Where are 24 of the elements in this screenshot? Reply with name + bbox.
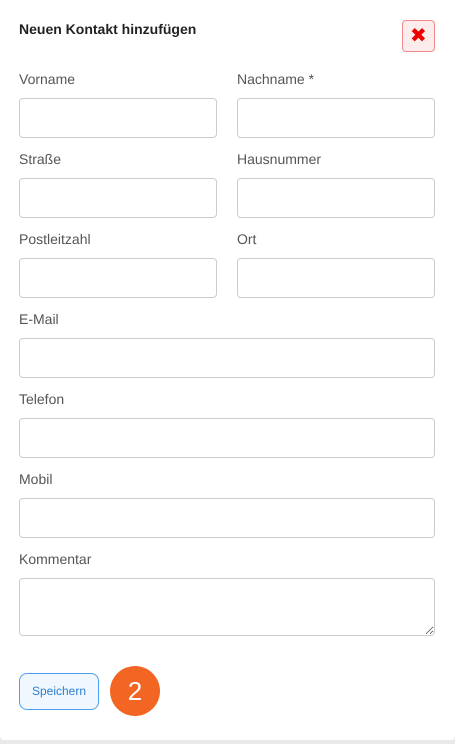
input-field[interactable] — [237, 258, 435, 298]
close-button[interactable]: ✖ — [402, 20, 435, 52]
field-label: E-Mail — [19, 311, 60, 328]
input-field[interactable] — [237, 98, 435, 138]
input-field[interactable] — [19, 178, 217, 218]
input-field[interactable] — [19, 418, 435, 458]
field-label: Vorname — [19, 71, 76, 88]
field-label: Straße — [19, 151, 62, 168]
input-field[interactable] — [19, 338, 435, 378]
save-button[interactable]: Speichern — [19, 672, 99, 710]
input-field[interactable] — [237, 178, 435, 218]
input-field[interactable] — [19, 258, 217, 298]
step-badge: 2 — [110, 666, 160, 716]
field-label: Nachname * — [237, 71, 316, 88]
field-label: Ort — [237, 231, 258, 248]
input-field[interactable] — [19, 498, 435, 538]
dialog-title: Neuen Kontakt hinzufügen — [19, 21, 196, 37]
input-field[interactable] — [19, 98, 217, 138]
field-label: Mobil — [19, 471, 54, 488]
field-label: Kommentar — [19, 551, 92, 568]
field-label: Telefon — [19, 391, 66, 408]
comment-field[interactable] — [19, 578, 435, 636]
field-label: Hausnummer — [237, 151, 322, 168]
field-label: Postleitzahl — [19, 231, 92, 248]
